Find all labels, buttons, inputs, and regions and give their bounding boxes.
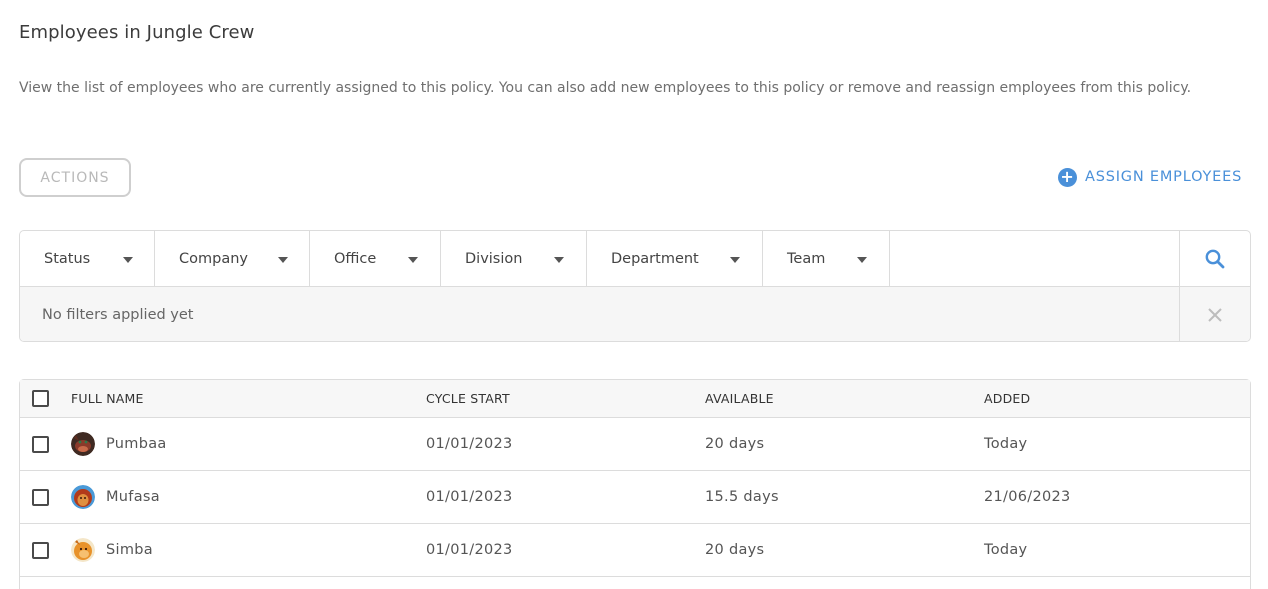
search-button[interactable]: [1180, 231, 1250, 286]
filter-company-dropdown[interactable]: Company: [155, 231, 310, 287]
filter-department-dropdown[interactable]: Department: [587, 231, 763, 287]
clear-filters-button[interactable]: [1180, 287, 1250, 341]
assign-employees-button[interactable]: + ASSIGN EMPLOYEES: [1058, 165, 1242, 189]
assign-employees-label: ASSIGN EMPLOYEES: [1085, 169, 1243, 185]
close-icon: [1208, 307, 1222, 322]
column-header-available[interactable]: AVAILABLE: [705, 380, 774, 417]
no-filters-text: No filters applied yet: [20, 287, 1180, 341]
filter-division-label: Division: [465, 251, 523, 267]
caret-down-icon: [857, 257, 867, 263]
caret-down-icon: [123, 257, 133, 263]
added-date: 21/06/2023: [984, 489, 1071, 505]
employees-table: FULL NAME CYCLE START AVAILABLE ADDED Pu…: [19, 379, 1251, 589]
available-days: 20 days: [705, 436, 765, 452]
page-title: Employees in Jungle Crew: [19, 22, 255, 43]
row-checkbox[interactable]: [32, 489, 49, 506]
employee-name[interactable]: Simba: [106, 524, 153, 576]
table-row[interactable]: Mufasa 01/01/2023 15.5 days 21/06/2023: [20, 471, 1250, 524]
filter-office-dropdown[interactable]: Office: [310, 231, 441, 287]
filter-status-label: Status: [44, 251, 91, 267]
filter-panel: Status Company Office Division Departmen…: [19, 230, 1251, 342]
filter-status-row: No filters applied yet: [20, 287, 1250, 341]
caret-down-icon: [554, 257, 564, 263]
employee-name[interactable]: Mufasa: [106, 471, 160, 523]
filter-spacer: [890, 231, 1180, 286]
table-row[interactable]: Simba 01/01/2023 20 days Today: [20, 524, 1250, 577]
plus-circle-icon: +: [1058, 167, 1077, 187]
added-date: Today: [984, 542, 1028, 558]
caret-down-icon: [730, 257, 740, 263]
cycle-start: 01/01/2023: [426, 489, 513, 505]
employee-name[interactable]: Pumbaa: [106, 418, 167, 470]
page-description: View the list of employees who are curre…: [19, 80, 1192, 96]
filter-team-dropdown[interactable]: Team: [763, 231, 890, 287]
column-header-added[interactable]: ADDED: [984, 380, 1030, 417]
caret-down-icon: [408, 257, 418, 263]
filter-office-label: Office: [334, 251, 377, 267]
table-header: FULL NAME CYCLE START AVAILABLE ADDED: [20, 380, 1250, 418]
filter-team-label: Team: [787, 251, 826, 267]
row-checkbox[interactable]: [32, 436, 49, 453]
available-days: 20 days: [705, 542, 765, 558]
column-header-full-name[interactable]: FULL NAME: [71, 380, 144, 417]
search-icon: [1205, 249, 1225, 268]
column-header-cycle-start[interactable]: CYCLE START: [426, 380, 510, 417]
table-row[interactable]: Pumbaa 01/01/2023 20 days Today: [20, 418, 1250, 471]
available-days: 15.5 days: [705, 489, 779, 505]
actions-button[interactable]: ACTIONS: [19, 158, 131, 197]
filter-company-label: Company: [179, 251, 248, 267]
avatar: [71, 485, 95, 509]
filter-bar: Status Company Office Division Departmen…: [20, 231, 1250, 287]
filter-division-dropdown[interactable]: Division: [441, 231, 587, 287]
avatar: [71, 538, 95, 562]
filter-department-label: Department: [611, 251, 699, 267]
added-date: Today: [984, 436, 1028, 452]
row-checkbox[interactable]: [32, 542, 49, 559]
cycle-start: 01/01/2023: [426, 542, 513, 558]
select-all-checkbox[interactable]: [32, 390, 49, 407]
caret-down-icon: [278, 257, 288, 263]
avatar: [71, 432, 95, 456]
cycle-start: 01/01/2023: [426, 436, 513, 452]
filter-status-dropdown[interactable]: Status: [20, 231, 155, 287]
